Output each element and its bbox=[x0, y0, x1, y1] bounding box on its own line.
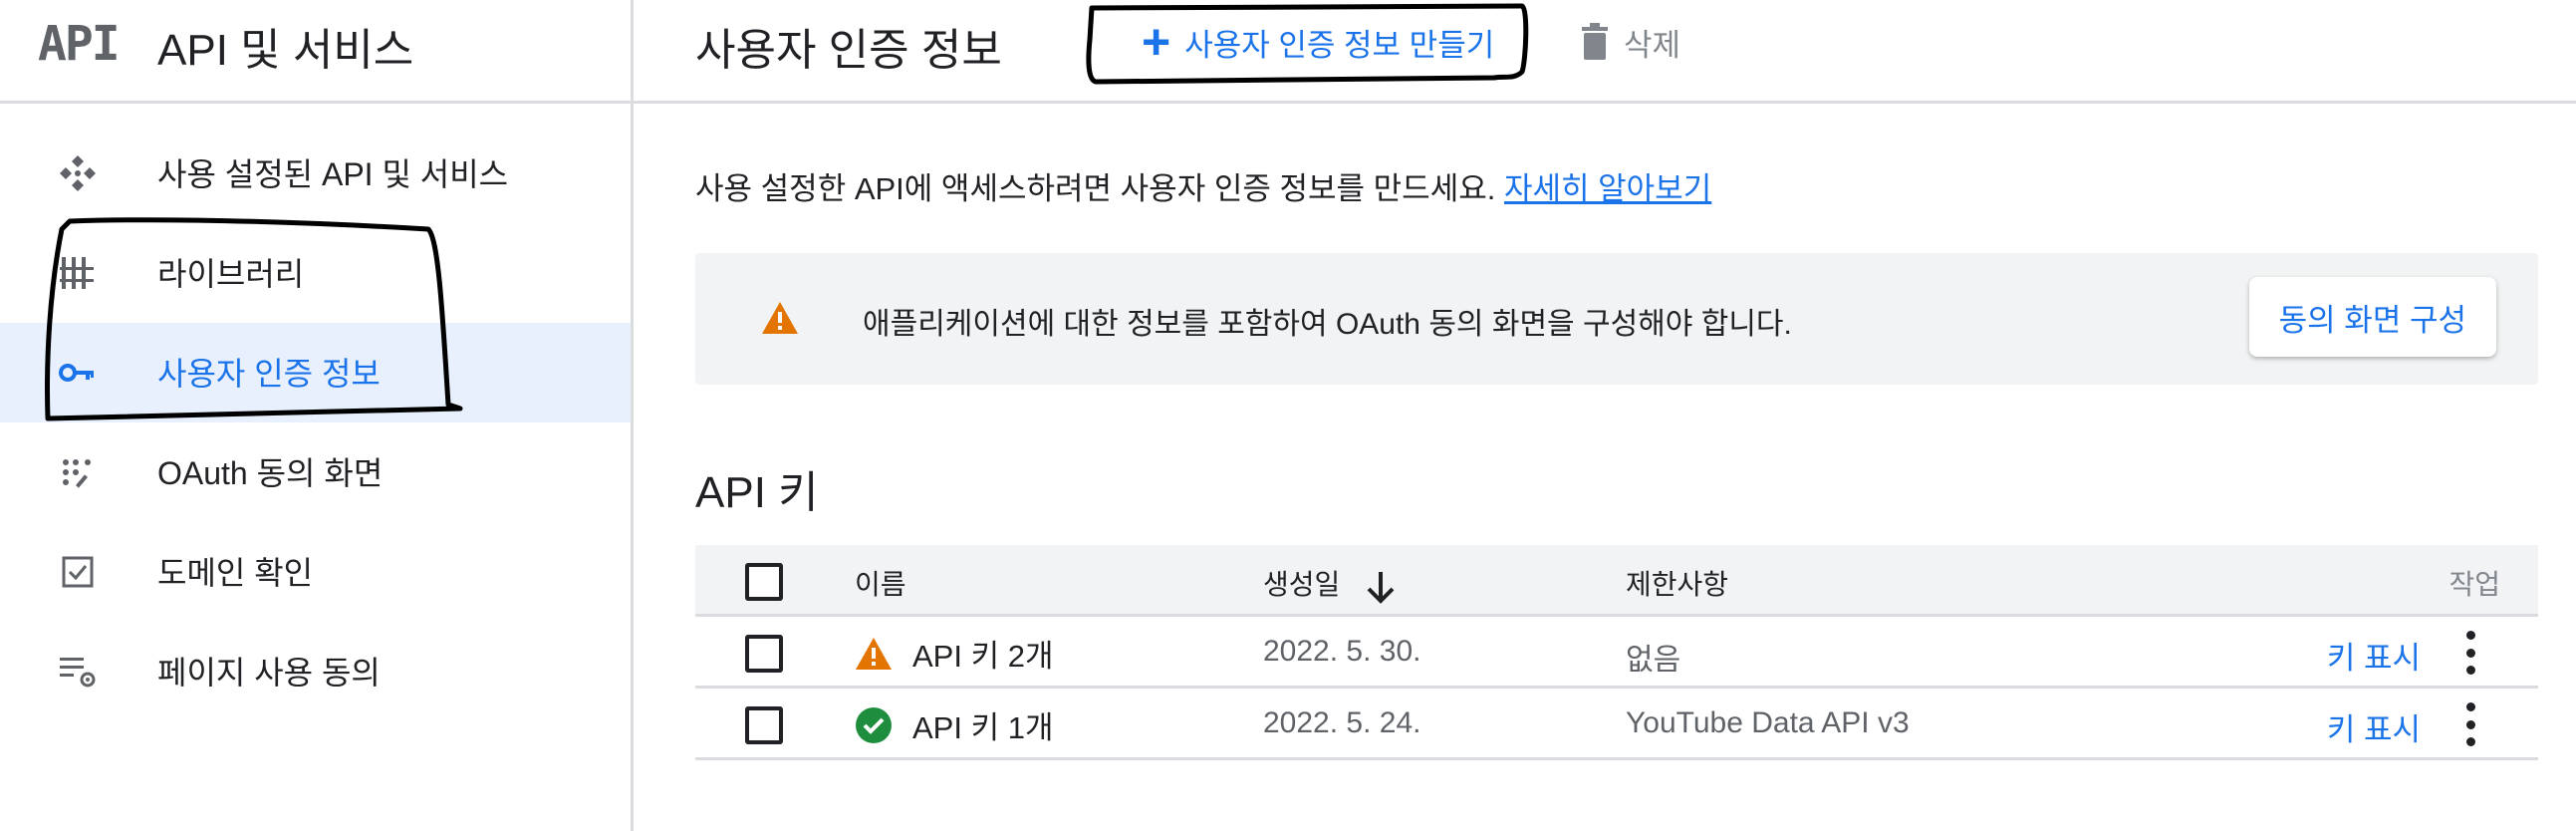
column-header-created-label: 생성일 bbox=[1263, 569, 1341, 600]
row-checkbox[interactable] bbox=[745, 635, 783, 673]
row-checkbox[interactable] bbox=[745, 706, 783, 744]
oauth-consent-icon bbox=[63, 459, 91, 488]
plus-icon: + bbox=[1142, 14, 1171, 70]
sidebar-item-label: 사용자 인증 정보 bbox=[157, 356, 381, 392]
table-row[interactable]: API 키 2개 2022. 5. 30. 없음 키 표시 bbox=[695, 617, 2538, 689]
key-name-cell: API 키 2개 bbox=[855, 631, 1053, 676]
oauth-warning-banner: 애플리케이션에 대한 정보를 포함하여 OAuth 동의 화면을 구성해야 합니… bbox=[695, 253, 2538, 385]
warning-icon bbox=[856, 637, 892, 670]
delete-button[interactable]: 삭제 bbox=[1580, 14, 1680, 70]
select-all-checkbox[interactable] bbox=[745, 563, 783, 601]
api-keys-section-title: API 키 bbox=[695, 468, 819, 517]
sidebar-item-label: 페이지 사용 동의 bbox=[157, 655, 381, 691]
restrictions-value: YouTube Data API v3 bbox=[1626, 706, 1910, 739]
banner-message: 애플리케이션에 대한 정보를 포함하여 OAuth 동의 화면을 구성해야 합니… bbox=[863, 308, 1792, 341]
sidebar-item-oauth-consent[interactable]: OAuth 동의 화면 bbox=[0, 422, 631, 522]
sidebar-item-label: 도메인 확인 bbox=[157, 555, 314, 591]
settings-list-icon bbox=[60, 658, 96, 688]
more-options-icon[interactable] bbox=[2464, 702, 2476, 746]
show-key-link[interactable]: 키 표시 bbox=[2327, 704, 2421, 749]
created-date: 2022. 5. 30. bbox=[1263, 635, 1421, 668]
learn-more-link[interactable]: 자세히 알아보기 bbox=[1504, 171, 1711, 206]
library-icon bbox=[60, 257, 94, 289]
delete-label: 삭제 bbox=[1624, 27, 1681, 63]
column-header-restrictions[interactable]: 제한사항 bbox=[1626, 563, 1728, 603]
check-circle-icon bbox=[856, 706, 892, 743]
sidebar-item-label: 라이브러리 bbox=[157, 256, 305, 292]
checkbox-icon bbox=[62, 556, 94, 588]
sidebar-item-label: 사용 설정된 API 및 서비스 bbox=[157, 156, 509, 192]
key-name: API 키 2개 bbox=[912, 639, 1054, 674]
column-header-created[interactable]: 생성일 bbox=[1263, 563, 1396, 604]
create-credentials-button[interactable]: + 사용자 인증 정보 만들기 bbox=[1142, 10, 1494, 74]
column-header-name[interactable]: 이름 bbox=[855, 563, 906, 603]
show-key-link[interactable]: 키 표시 bbox=[2327, 633, 2421, 678]
more-options-icon[interactable] bbox=[2464, 631, 2476, 675]
sort-descending-icon bbox=[1367, 571, 1395, 604]
create-credentials-label: 사용자 인증 정보 만들기 bbox=[1184, 27, 1495, 63]
api-keys-table: 이름 생성일 제한사항 작업 API 키 2개 2022. 5. 30. 없음 … bbox=[695, 545, 2538, 760]
created-date: 2022. 5. 24. bbox=[1263, 706, 1421, 739]
intro-text: 사용 설정한 API에 액세스하려면 사용자 인증 정보를 만드세요. 자세히 … bbox=[695, 163, 1711, 208]
key-icon bbox=[59, 364, 94, 382]
configure-consent-screen-button[interactable]: 동의 화면 구성 bbox=[2248, 277, 2496, 357]
sidebar-title: API 및 서비스 bbox=[157, 26, 414, 75]
sidebar: API API 및 서비스 사용 설정된 API 및 서비스 라이브러리 사용자… bbox=[0, 0, 634, 831]
key-name-cell: API 키 1개 bbox=[855, 702, 1053, 747]
api-services-icon bbox=[60, 155, 96, 191]
sidebar-item-enabled-apis[interactable]: 사용 설정된 API 및 서비스 bbox=[0, 124, 631, 223]
sidebar-item-page-usage-agreement[interactable]: 페이지 사용 동의 bbox=[0, 622, 631, 721]
sidebar-item-credentials[interactable]: 사용자 인증 정보 bbox=[0, 323, 631, 422]
page-title: 사용자 인증 정보 bbox=[695, 26, 1002, 75]
sidebar-item-domain-verification[interactable]: 도메인 확인 bbox=[0, 522, 631, 622]
top-bar: 사용자 인증 정보 + 사용자 인증 정보 만들기 삭제 bbox=[634, 0, 2576, 104]
table-row[interactable]: API 키 1개 2022. 5. 24. YouTube Data API v… bbox=[695, 689, 2538, 760]
api-logo: API bbox=[38, 16, 121, 72]
key-name: API 키 1개 bbox=[912, 710, 1054, 745]
warning-icon bbox=[762, 302, 798, 334]
sidebar-item-library[interactable]: 라이브러리 bbox=[0, 223, 631, 323]
trash-icon bbox=[1582, 23, 1608, 60]
intro-description: 사용 설정한 API에 액세스하려면 사용자 인증 정보를 만드세요. bbox=[695, 171, 1496, 206]
restrictions-value: 없음 bbox=[1626, 644, 1681, 677]
column-header-actions: 작업 bbox=[2448, 569, 2500, 600]
table-header: 이름 생성일 제한사항 작업 bbox=[695, 545, 2538, 617]
sidebar-header: API API 및 서비스 bbox=[0, 0, 631, 104]
sidebar-item-label: OAuth 동의 화면 bbox=[157, 455, 384, 491]
